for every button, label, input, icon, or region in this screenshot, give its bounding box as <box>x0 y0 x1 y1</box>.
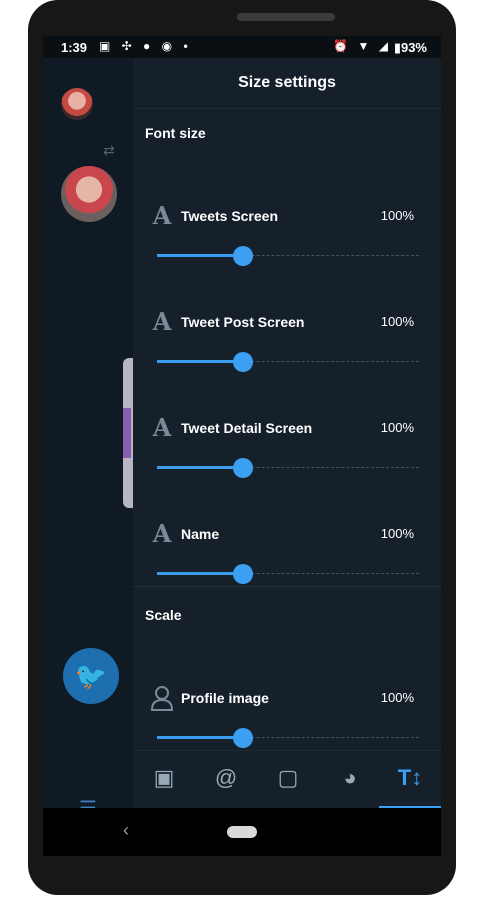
tab-mention[interactable]: @ <box>195 751 257 808</box>
setting-label: Profile image <box>181 690 269 706</box>
scale-section-label: Scale <box>145 607 182 623</box>
setting-label: Tweets Screen <box>181 208 279 224</box>
android-nav-bar: ‹ <box>43 808 441 856</box>
setting-value: 100% <box>380 314 414 329</box>
mention-icon: @ <box>214 765 238 790</box>
setting-value: 100% <box>380 526 414 541</box>
slider-fill <box>157 736 243 739</box>
slider-fill <box>157 466 243 469</box>
font-icon: A <box>152 201 172 230</box>
screen: 1:39 ▣ ✣ ● ◉ • ⏰ ▼ ◢ ▮93% ⇄ 🐦 ☰ Size set… <box>43 36 441 808</box>
setting-value: 100% <box>380 420 414 435</box>
list-icon[interactable]: ☰ <box>79 796 97 808</box>
setting-label: Name <box>181 526 220 542</box>
tweet-media-accent <box>123 408 131 458</box>
font-icon: A <box>152 413 172 442</box>
setting-label: Tweet Detail Screen <box>181 420 313 436</box>
tab-text-size[interactable]: T↕ <box>379 751 441 808</box>
tweet-avatar[interactable] <box>61 166 117 222</box>
tab-palette[interactable]: ◕ <box>319 751 381 808</box>
tab-comment[interactable]: ▢ <box>257 751 319 808</box>
size-slider[interactable] <box>157 246 419 266</box>
setting-value: 100% <box>380 208 414 223</box>
font-icon: A <box>152 519 172 548</box>
tab-image[interactable]: ▣ <box>133 751 195 808</box>
phone-speaker <box>237 13 335 21</box>
size-slider[interactable] <box>157 564 419 584</box>
notification-icons: ▣ ✣ ● ◉ • <box>99 39 192 53</box>
setting-row: A Tweet Detail Screen 100% <box>133 413 441 478</box>
setting-row: A Tweet Post Screen 100% <box>133 307 441 372</box>
setting-row: A Name 100% <box>133 519 441 584</box>
setting-value: 100% <box>380 690 414 705</box>
section-divider <box>133 586 441 587</box>
slider-fill <box>157 254 243 257</box>
image-icon: ▣ <box>153 765 175 790</box>
slider-thumb[interactable] <box>233 246 253 266</box>
palette-icon: ◕ <box>343 765 357 790</box>
status-time: 1:39 <box>61 40 88 55</box>
comment-icon: ▢ <box>277 765 299 790</box>
text-size-icon: T↕ <box>397 765 423 790</box>
font-size-section-label: Font size <box>145 125 206 141</box>
slider-thumb[interactable] <box>233 458 253 478</box>
account-avatar[interactable] <box>61 88 93 120</box>
bottom-tab-bar: ▣ @ ▢ ◕ T↕ <box>133 750 441 808</box>
twitter-bird-icon[interactable]: 🐦 <box>63 648 119 704</box>
setting-row: Profile image 100% <box>133 685 441 748</box>
profile-icon <box>149 685 175 711</box>
slider-thumb[interactable] <box>233 728 253 748</box>
size-slider[interactable] <box>157 352 419 372</box>
size-slider[interactable] <box>157 728 419 748</box>
setting-label: Tweet Post Screen <box>181 314 305 330</box>
setting-row: A Tweets Screen 100% <box>133 201 441 266</box>
retweet-icon: ⇄ <box>103 142 115 158</box>
back-icon[interactable]: ‹ <box>123 820 129 841</box>
slider-fill <box>157 572 243 575</box>
size-slider[interactable] <box>157 458 419 478</box>
status-bar: 1:39 ▣ ✣ ● ◉ • ⏰ ▼ ◢ ▮93% <box>43 36 441 58</box>
slider-fill <box>157 360 243 363</box>
slider-thumb[interactable] <box>233 352 253 372</box>
system-icons: ⏰ ▼ ◢ <box>333 39 391 53</box>
font-icon: A <box>152 307 172 336</box>
battery-indicator: ▮93% <box>393 40 427 55</box>
panel-title: Size settings <box>133 58 441 109</box>
slider-thumb[interactable] <box>233 564 253 584</box>
size-settings-panel: Size settings Font size Scale A Tweets Sc… <box>133 58 441 808</box>
home-button[interactable] <box>227 826 257 838</box>
